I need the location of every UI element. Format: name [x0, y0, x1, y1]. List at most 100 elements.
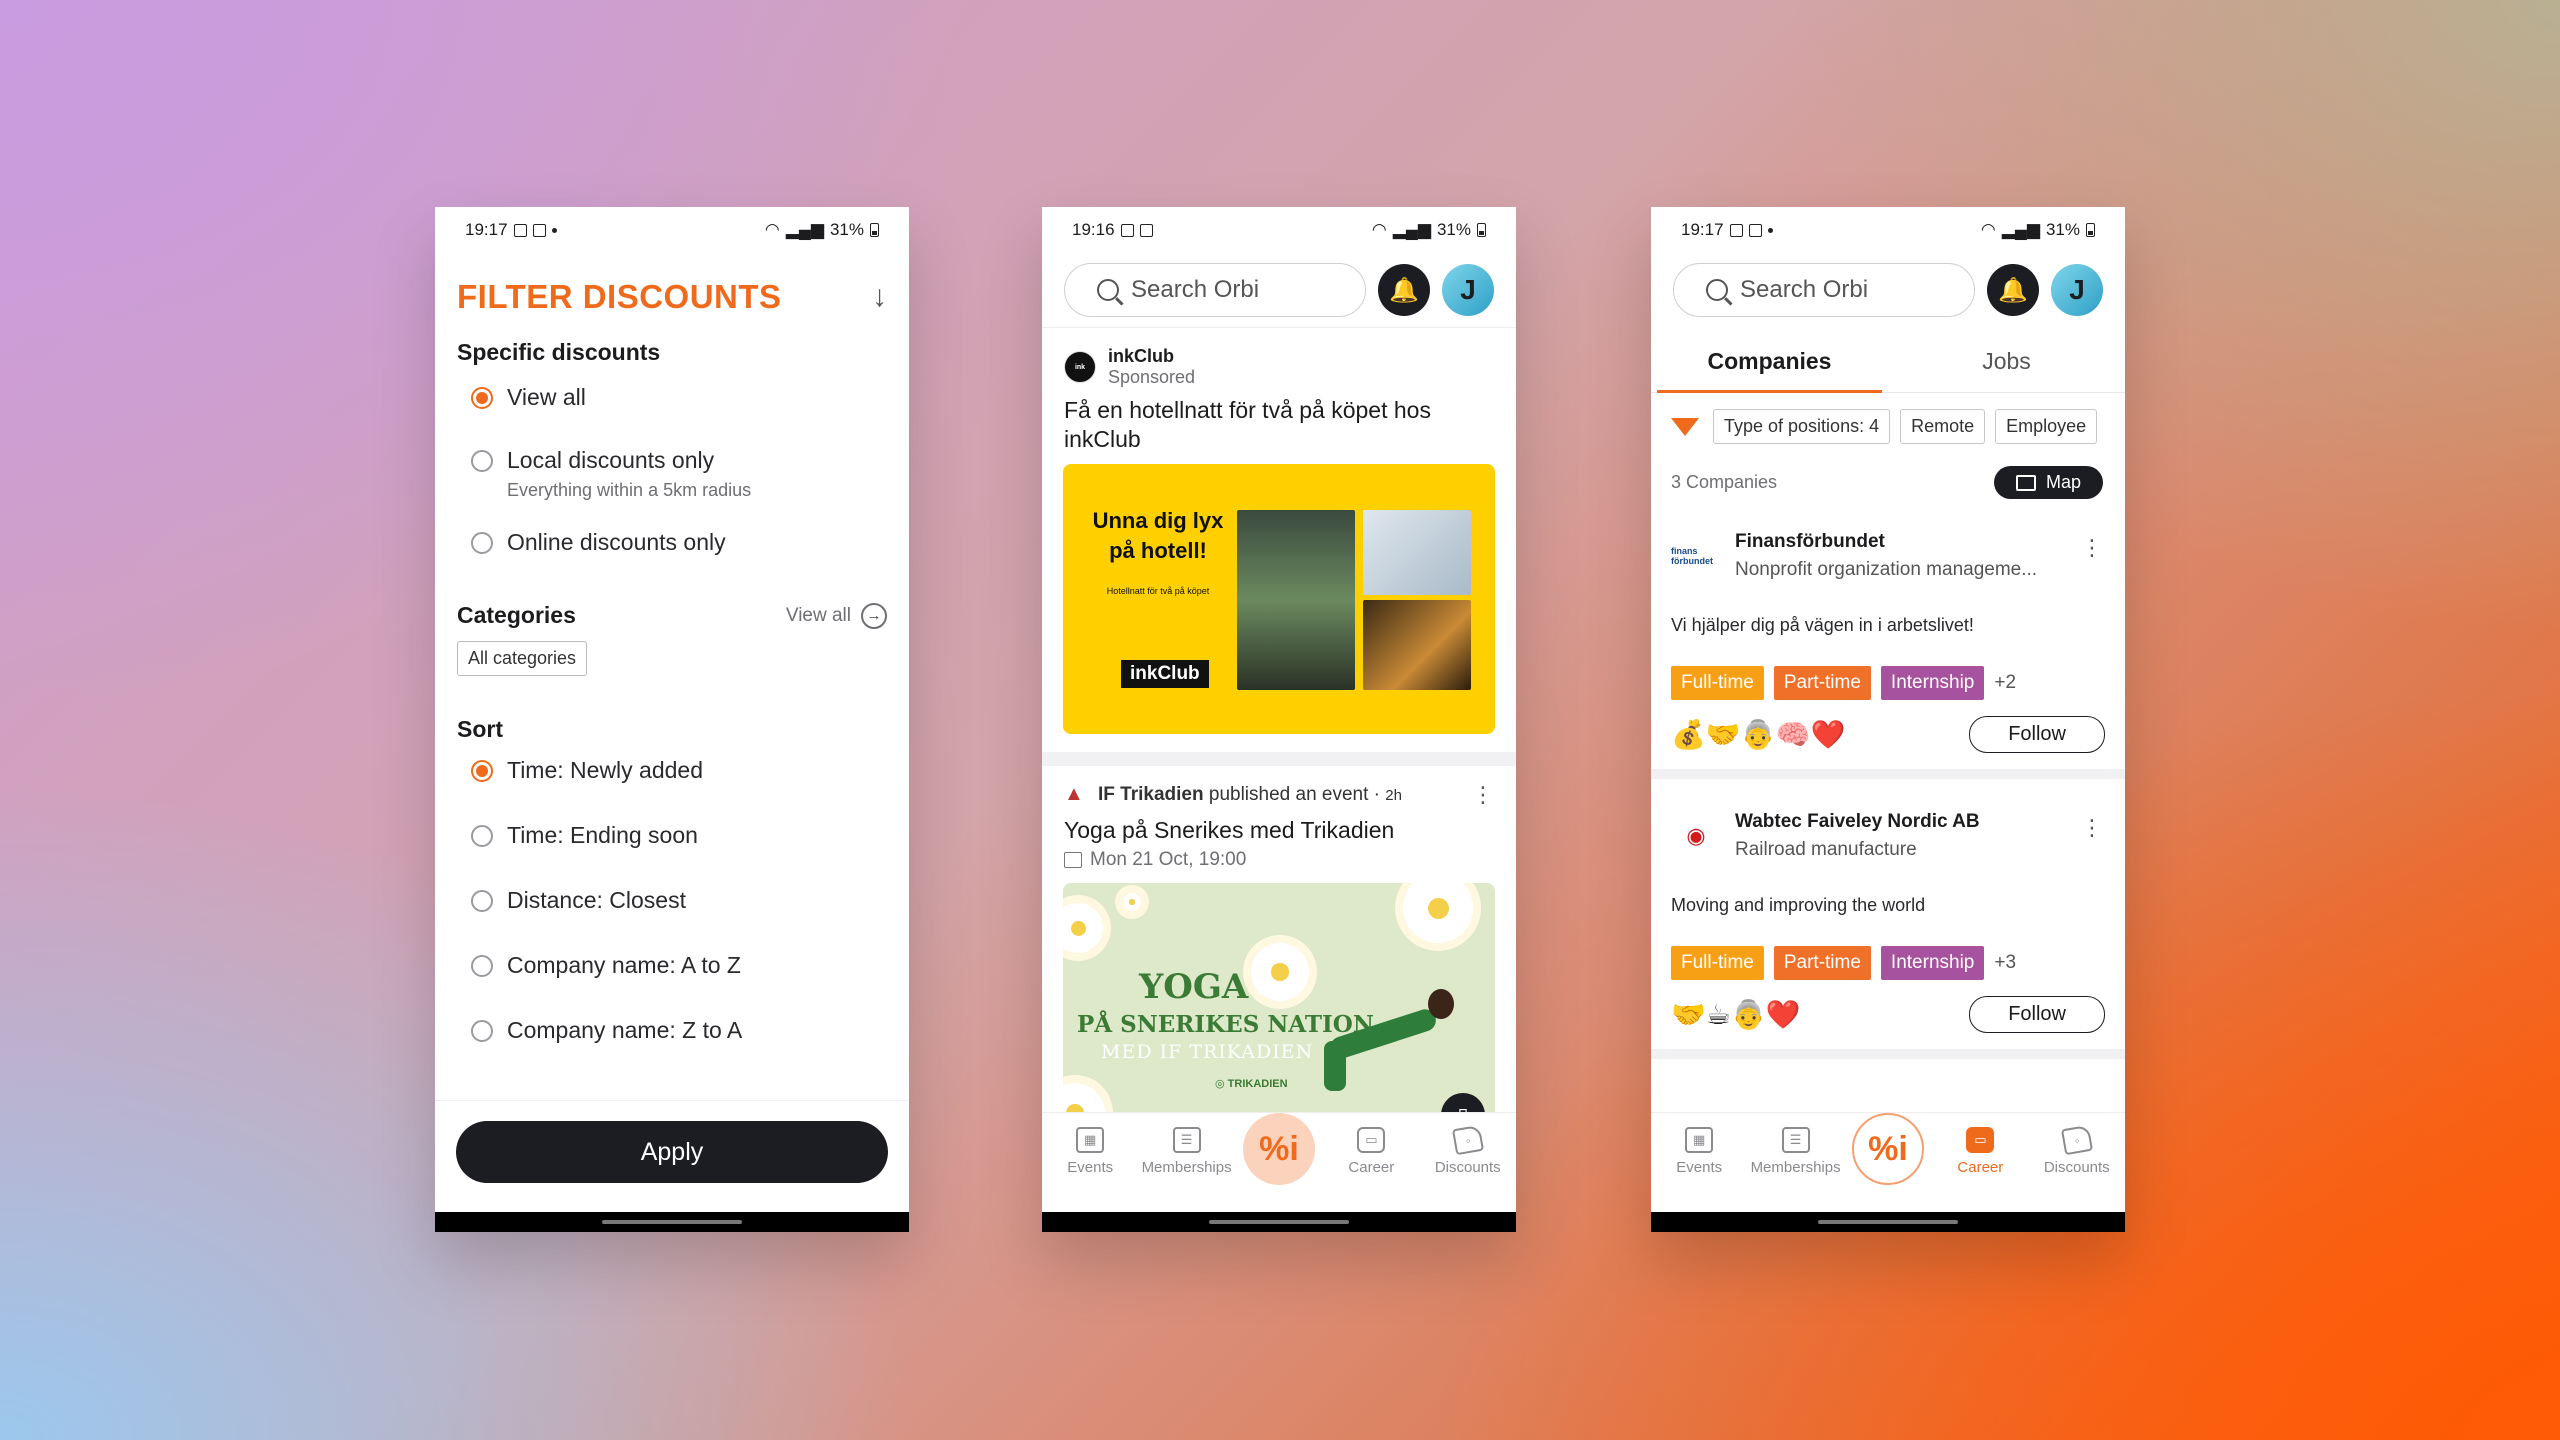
yoga-illustration — [1318, 983, 1454, 1093]
nav-label: Memberships — [1141, 1159, 1232, 1176]
map-button[interactable]: Map — [1993, 466, 2103, 499]
nav-career[interactable]: ▭ Career — [1940, 1127, 2020, 1176]
nav-home-orbi[interactable]: %i — [1242, 1113, 1315, 1185]
event-age: 2h — [1385, 787, 1402, 804]
filter-funnel-icon[interactable] — [1671, 417, 1699, 436]
search-input[interactable]: Search Orbi — [1673, 263, 1975, 317]
nav-events[interactable]: ▦ Events — [1659, 1127, 1739, 1176]
companies-count: 3 Companies — [1671, 472, 1778, 492]
close-arrow-down-icon[interactable]: ↓ — [872, 280, 887, 314]
advertiser-name[interactable]: inkClub — [1108, 346, 1195, 367]
company-header: ◉ Wabtec Faiveley Nordic AB Railroad man… — [1671, 801, 2105, 861]
radio-icon[interactable] — [471, 955, 493, 977]
radio-icon[interactable] — [471, 890, 493, 912]
hotel-bath-photo — [1363, 600, 1471, 690]
tag-internship: Internship — [1880, 946, 1985, 980]
tag-part-time: Part-time — [1773, 946, 1871, 980]
event-title[interactable]: Yoga på Snerikes med Trikadien — [1042, 808, 1516, 845]
search-icon — [1097, 279, 1119, 301]
event-header: ▲ IF Trikadien published an event · 2h ⋮ — [1064, 782, 1494, 808]
tab-companies[interactable]: Companies — [1651, 331, 1888, 393]
bell-icon[interactable]: 🔔 — [1378, 264, 1430, 316]
map-label: Map — [2045, 472, 2081, 492]
ad-image[interactable]: Unna dig lyx på hotell! Hotellnatt för t… — [1063, 464, 1495, 734]
nav-discounts[interactable]: ◦ Discounts — [1428, 1124, 1508, 1176]
sort-title: Sort — [457, 716, 503, 742]
filter-chip-employee[interactable]: Employee — [1995, 409, 2098, 444]
avatar[interactable]: J — [2051, 264, 2103, 316]
ad-title: Få en hotellnatt för två på köpet hos in… — [1064, 397, 1431, 452]
tag-icon: ◦ — [2060, 1124, 2093, 1156]
nav-label: Discounts — [1434, 1159, 1501, 1176]
search-input[interactable]: Search Orbi — [1064, 263, 1366, 317]
bookmark-icon[interactable]: ▯ — [1441, 1093, 1485, 1112]
company-name[interactable]: Finansförbundet — [1735, 531, 2037, 553]
notification-dot-icon — [551, 227, 557, 233]
job-type-tags: Full-time Part-time Internship +2 — [1671, 666, 2105, 700]
orbi-logo-icon: %i — [1868, 1129, 1908, 1168]
company-card[interactable]: finans förbundet Finansförbundet Nonprof… — [1651, 499, 2125, 779]
company-header: finans förbundet Finansförbundet Nonprof… — [1671, 521, 2105, 581]
follow-button[interactable]: Follow — [1969, 996, 2105, 1033]
tab-jobs[interactable]: Jobs — [1888, 331, 2125, 392]
nav-memberships[interactable]: ☰ Memberships — [1142, 1127, 1232, 1176]
bottom-nav: ▦ Events ☰ Memberships %i ▭ Career ◦ Discoun… — [1651, 1112, 2125, 1212]
event-organizer[interactable]: IF Trikadien — [1098, 784, 1204, 805]
nav-label: Events — [1676, 1159, 1723, 1176]
radio-icon[interactable] — [471, 1020, 493, 1042]
company-card[interactable]: ◉ Wabtec Faiveley Nordic AB Railroad man… — [1651, 779, 2125, 1059]
company-perk-emojis: 🤝☕👵❤️ — [1671, 999, 1801, 1030]
whatsapp-icon — [1139, 223, 1153, 237]
radio-local-discounts[interactable]: Local discounts only Everything within a… — [435, 447, 909, 501]
nav-label: Memberships — [1750, 1159, 1841, 1176]
more-options-icon[interactable]: ⋮ — [2081, 815, 2103, 841]
event-poster-image[interactable]: YOGA PÅ SNERIKES NATION MED IF TRIKADIEN… — [1063, 883, 1495, 1112]
radio-label: Time: Ending soon — [507, 822, 698, 848]
avatar[interactable]: J — [1442, 264, 1494, 316]
event-action: published an event — [1208, 784, 1369, 805]
filter-chip-remote[interactable]: Remote — [1900, 409, 1986, 444]
sort-company-a-z[interactable]: Company name: A to Z — [435, 952, 909, 979]
all-categories-chip[interactable]: All categories — [457, 641, 588, 676]
radio-online-discounts[interactable]: Online discounts only — [435, 529, 909, 556]
bell-icon[interactable]: 🔔 — [1987, 264, 2039, 316]
more-options-icon[interactable]: ⋮ — [2081, 535, 2103, 561]
apply-button[interactable]: Apply — [456, 1121, 888, 1183]
radio-selected-icon[interactable] — [471, 387, 493, 409]
nav-discounts[interactable]: ◦ Discounts — [2037, 1124, 2117, 1176]
radio-label: Company name: A to Z — [507, 952, 741, 978]
categories-view-all-link[interactable]: View all → — [786, 602, 887, 629]
home-indicator — [435, 1212, 909, 1232]
status-time: 19:17 — [465, 220, 508, 239]
company-footer: 🤝☕👵❤️ Follow — [1671, 996, 2105, 1033]
sort-ending-soon[interactable]: Time: Ending soon — [435, 822, 909, 849]
search-icon — [1706, 279, 1728, 301]
sponsored-label: Sponsored — [1108, 367, 1196, 387]
sort-newly-added[interactable]: Time: Newly added — [435, 757, 909, 784]
radio-label: Online discounts only — [507, 529, 726, 555]
wifi-icon: ◠ — [764, 220, 780, 239]
feed[interactable]: ink inkClub Sponsored Få en hotellnatt f… — [1042, 327, 1516, 1112]
nav-home-orbi[interactable]: %i — [1851, 1113, 1924, 1185]
more-options-icon[interactable]: ⋮ — [1472, 782, 1494, 808]
follow-button[interactable]: Follow — [1969, 716, 2105, 753]
radio-selected-icon[interactable] — [471, 760, 493, 782]
tag-part-time: Part-time — [1773, 666, 1871, 700]
search-header: Search Orbi 🔔 J — [1651, 253, 2125, 319]
sort-company-z-a[interactable]: Company name: Z to A — [435, 1017, 909, 1044]
radio-icon[interactable] — [471, 532, 493, 554]
filter-chip-positions[interactable]: Type of positions: 4 — [1713, 409, 1891, 444]
flower-decoration — [1063, 903, 1103, 953]
company-description: Moving and improving the world — [1671, 895, 1926, 915]
nav-career[interactable]: ▭ Career — [1331, 1127, 1411, 1176]
wifi-icon: ◠ — [1980, 220, 1996, 239]
company-type: Nonprofit organization manageme... — [1735, 559, 2038, 580]
nav-events[interactable]: ▦ Events — [1050, 1127, 1130, 1176]
radio-icon[interactable] — [471, 825, 493, 847]
radio-icon[interactable] — [471, 450, 493, 472]
sort-distance[interactable]: Distance: Closest — [435, 887, 909, 914]
hourglass-icon — [1120, 223, 1134, 237]
radio-view-all[interactable]: View all — [435, 384, 909, 411]
nav-memberships[interactable]: ☰ Memberships — [1751, 1127, 1841, 1176]
company-name[interactable]: Wabtec Faiveley Nordic AB — [1735, 811, 1980, 833]
